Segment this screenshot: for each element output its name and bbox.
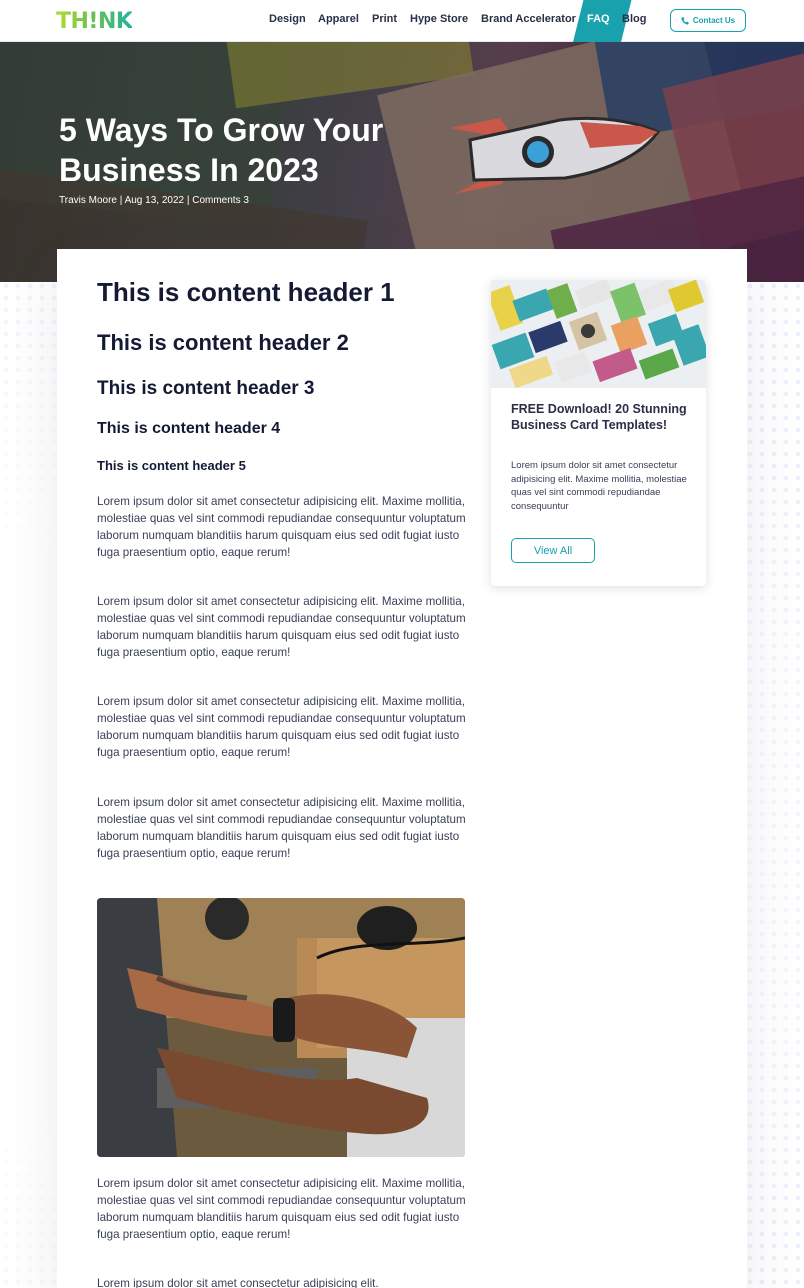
hero-banner: 5 Ways To Grow Your Business In 2023 Tra…	[0, 42, 804, 282]
nav-link-apparel[interactable]: Apparel	[318, 13, 359, 25]
promo-description: Lorem ipsum dolor sit amet consectetur a…	[511, 460, 687, 512]
nav-link-design[interactable]: Design	[269, 13, 306, 25]
hero-title: 5 Ways To Grow Your Business In 2023	[59, 112, 384, 188]
content-header-4: This is content header 4	[97, 420, 281, 437]
view-all-button[interactable]: View All	[511, 538, 595, 563]
nav-link-brand-accelerator[interactable]: Brand Accelerator	[481, 13, 576, 25]
typing-hands-image	[97, 898, 465, 1157]
download-promo-card: FREE Download! 20 Stunning Business Card…	[491, 280, 706, 586]
article-paragraph: Lorem ipsum dolor sit amet consectetur a…	[97, 595, 466, 659]
article-paragraph: Lorem ipsum dolor sit amet consectetur a…	[97, 796, 466, 860]
promo-title: FREE Download! 20 Stunning Business Card…	[511, 402, 687, 432]
article-card: This is content header 1 This is content…	[57, 249, 747, 1288]
contact-us-label: Contact Us	[692, 16, 736, 25]
article-photo	[97, 898, 465, 1157]
contact-us-button[interactable]: Contact Us	[670, 9, 746, 32]
content-header-1: This is content header 1	[97, 277, 395, 307]
article-paragraph: Lorem ipsum dolor sit amet consectetur a…	[97, 1277, 379, 1288]
nav-link-print[interactable]: Print	[372, 13, 397, 25]
nav-link-blog[interactable]: Blog	[622, 13, 646, 25]
business-cards-image	[491, 280, 706, 388]
think-logo[interactable]: TH!NK	[56, 9, 133, 34]
nav-link-hype-store[interactable]: Hype Store	[410, 13, 468, 25]
top-navigation: TH!NK Design Apparel Print Hype Store Br…	[0, 0, 804, 42]
article-paragraph: Lorem ipsum dolor sit amet consectetur a…	[97, 1177, 466, 1241]
hero-meta: Travis Moore | Aug 13, 2022 | Comments 3	[59, 195, 249, 206]
content-header-2: This is content header 2	[97, 330, 349, 355]
nav-link-faq[interactable]: FAQ	[587, 13, 610, 25]
content-header-3: This is content header 3	[97, 378, 315, 399]
article-paragraph: Lorem ipsum dolor sit amet consectetur a…	[97, 495, 466, 559]
phone-icon	[681, 16, 689, 25]
content-header-5: This is content header 5	[97, 458, 246, 473]
article-paragraph: Lorem ipsum dolor sit amet consectetur a…	[97, 695, 466, 759]
